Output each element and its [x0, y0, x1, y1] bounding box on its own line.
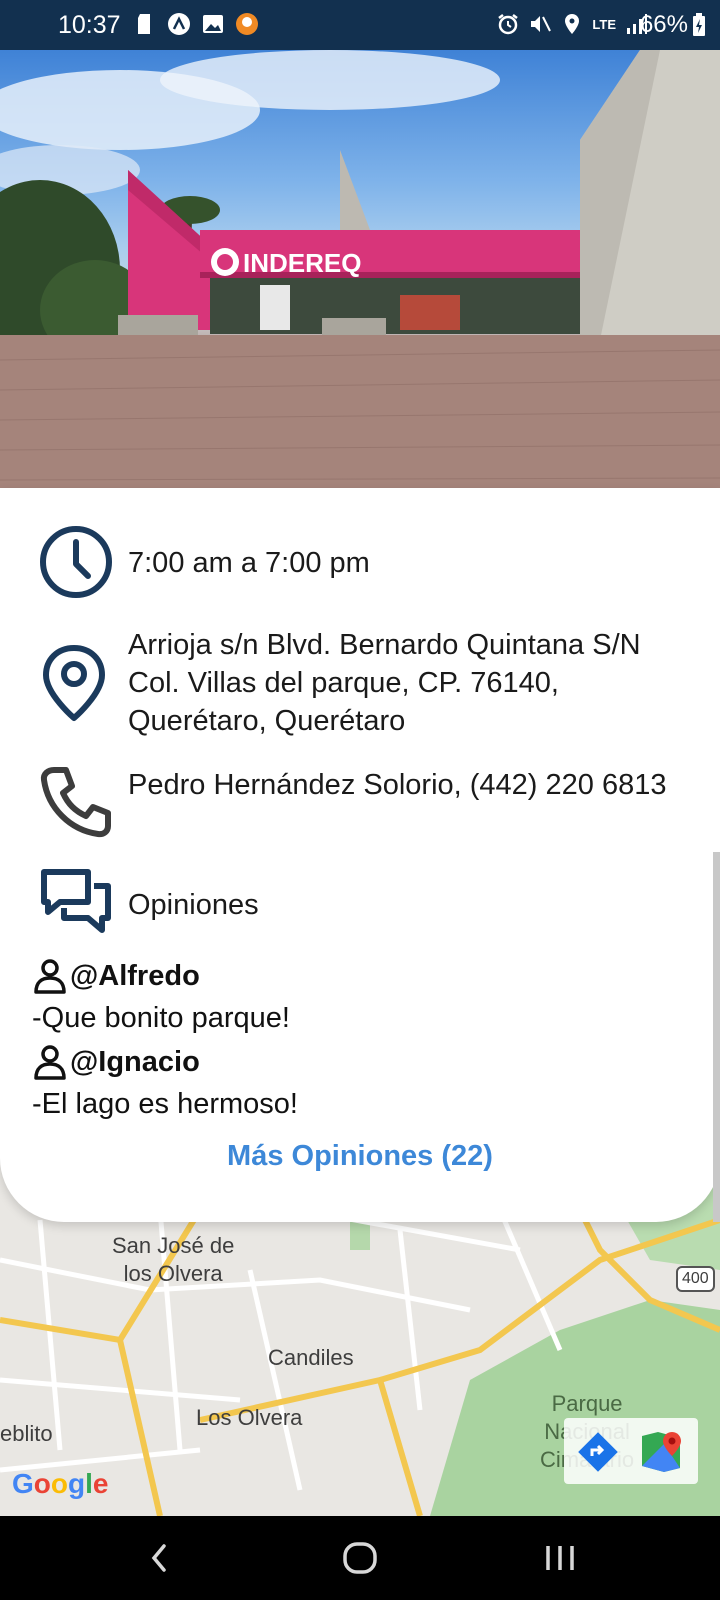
user-icon	[34, 959, 66, 994]
app-orange-icon	[236, 13, 258, 35]
review-text: -Que bonito parque!	[32, 1002, 290, 1034]
review-item: @Ignacio -El lago es hermoso!	[32, 1044, 298, 1121]
system-nav-bar	[0, 1516, 720, 1600]
network-type: LTE	[592, 16, 616, 32]
google-logo: Google	[12, 1468, 109, 1499]
review-text: -El lago es hermoso!	[32, 1088, 298, 1120]
home-icon[interactable]	[340, 1538, 380, 1578]
more-reviews-link[interactable]: Más Opiniones (22)	[0, 1140, 720, 1173]
sd-card-icon	[138, 14, 150, 34]
route-400-shield: 400	[676, 1266, 715, 1292]
app-a-icon	[168, 13, 190, 35]
address-text: Arrioja s/n Blvd. Bernardo Quintana S/N …	[128, 629, 641, 737]
directions-icon[interactable]	[578, 1432, 618, 1472]
phone-icon[interactable]	[38, 764, 114, 840]
map-label-candiles: Candiles	[268, 1345, 354, 1370]
park-photo: INDEREQ	[0, 50, 720, 490]
notification-icons	[133, 12, 259, 36]
review-username: @Ignacio	[70, 1045, 200, 1078]
review-username: @Alfredo	[70, 959, 200, 992]
location-icon	[565, 14, 580, 34]
alarm-icon	[498, 14, 519, 35]
phone-text[interactable]: Pedro Hernández Solorio, (442) 220 6813	[128, 766, 668, 804]
map-label-san-jose: San José de los Olvera	[112, 1233, 235, 1286]
status-bar: 10:37 LTE 66%	[0, 0, 720, 50]
map-action-buttons	[564, 1418, 698, 1484]
user-icon	[34, 1045, 66, 1080]
status-time: 10:37	[58, 11, 121, 39]
scrollbar[interactable]	[713, 852, 720, 1222]
hours-text: 7:00 am a 7:00 pm	[128, 547, 370, 579]
entrance-sign-text: INDEREQ	[243, 248, 361, 278]
review-user: @Ignacio	[32, 1044, 298, 1080]
review-user: @Alfredo	[32, 958, 290, 994]
review-item: @Alfredo -Que bonito parque!	[32, 958, 290, 1035]
back-icon[interactable]	[144, 1538, 174, 1578]
map-label-los-olvera: Los Olvera	[196, 1405, 303, 1430]
park-entrance-illustration: INDEREQ	[0, 50, 720, 490]
battery-level: 66%	[639, 11, 688, 38]
reviews-heading: Opiniones	[128, 889, 259, 921]
map-label-pueblito: eblito	[0, 1421, 53, 1446]
google-maps-icon[interactable]	[638, 1428, 684, 1474]
battery-status: 66%	[640, 11, 706, 39]
mute-icon	[531, 16, 552, 32]
recent-apps-icon[interactable]	[540, 1538, 580, 1578]
clock-icon	[40, 526, 112, 598]
system-icons: LTE	[496, 12, 648, 36]
gallery-icon	[203, 15, 223, 33]
location-pin-icon	[43, 645, 105, 721]
park-info-card: 7:00 am a 7:00 pm Arrioja s/n Blvd. Bern…	[0, 488, 720, 1222]
battery-charging-icon	[693, 13, 705, 36]
chat-bubbles-icon	[41, 869, 111, 933]
